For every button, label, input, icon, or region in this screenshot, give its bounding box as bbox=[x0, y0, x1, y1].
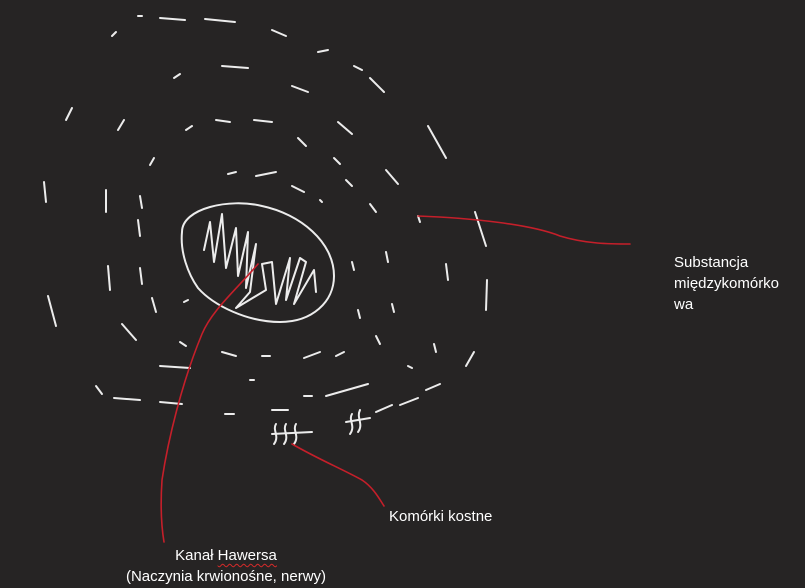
substance-pointer-line bbox=[417, 215, 631, 245]
bone-cells-label: Komórki kostne bbox=[389, 508, 493, 525]
canal-title-prefix: Kanał bbox=[175, 547, 218, 564]
substance-label-line-1: Substancja bbox=[674, 254, 749, 271]
outer-lamella-ring bbox=[43, 15, 488, 415]
canal-title-word: Hawersa bbox=[217, 547, 277, 564]
haversian-canal-title: Kanał Hawersa bbox=[92, 545, 360, 566]
bone-cell-group-left bbox=[271, 423, 313, 445]
substance-label-line-2: międzykomórko bbox=[674, 275, 780, 292]
haversian-canal-subtitle: (Naczynia krwionośne, nerwy) bbox=[125, 568, 327, 585]
bone-cell-group-right bbox=[345, 409, 371, 435]
inner-lamella-ring bbox=[137, 119, 395, 359]
haversian-canal-label: Kanał Hawersa (Naczynia krwionośne, nerw… bbox=[92, 545, 360, 587]
innermost-lamella-ring bbox=[183, 171, 361, 319]
cells-pointer-line bbox=[291, 443, 385, 507]
middle-lamella-ring bbox=[105, 65, 449, 397]
substance-label-line-3: wa bbox=[674, 296, 694, 313]
haversian-canal-outline bbox=[180, 202, 335, 323]
canal-vessels-scribble bbox=[203, 213, 317, 309]
substance-label: Substancja międzykomórko wa bbox=[674, 252, 779, 315]
